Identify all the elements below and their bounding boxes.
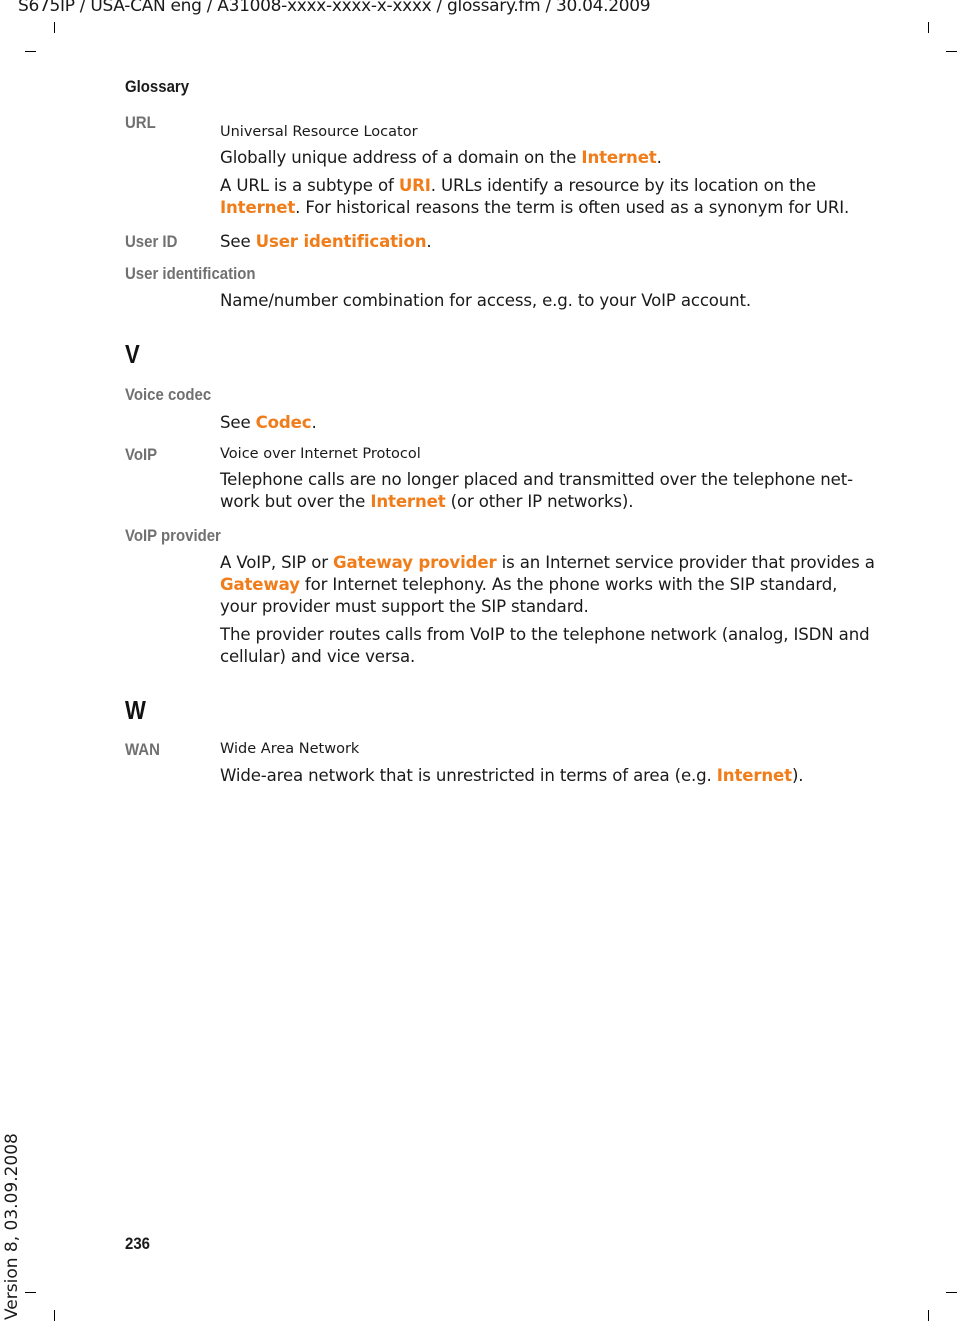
definition-text: Telephone calls are no longer placed and…	[220, 470, 853, 489]
term-expansion: Universal Resource Locator	[220, 124, 418, 140]
definition-line: Internet. For historical reasons the ter…	[220, 198, 849, 217]
cross-reference-link[interactable]: User identification	[256, 232, 427, 251]
crop-mark	[928, 1310, 929, 1321]
cross-reference-link[interactable]: Gateway provider	[333, 553, 497, 572]
crop-mark	[25, 51, 36, 52]
definition-line: A VoIP, SIP or Gateway provider is an In…	[220, 553, 875, 572]
definition-text: your provider must support the SIP stand…	[220, 597, 589, 616]
definition-line: Telephone calls are no longer placed and…	[220, 470, 853, 489]
definition-text: (or other IP networks).	[445, 492, 634, 511]
page-number: 236	[125, 1234, 150, 1253]
glossary-term: User ID	[125, 232, 178, 251]
section-letter: V	[125, 339, 140, 369]
glossary-term: VoIP	[125, 445, 158, 464]
glossary-term: WAN	[125, 740, 160, 759]
definition-text: .	[311, 413, 317, 432]
glossary-term: Voice codec	[125, 385, 212, 404]
definition-text: ).	[791, 766, 804, 785]
definition-text: Wide-area network that is unrestricted i…	[220, 766, 717, 785]
definition-line: your provider must support the SIP stand…	[220, 597, 589, 616]
glossary-term: VoIP provider	[125, 526, 221, 545]
crop-mark	[54, 1310, 55, 1321]
cross-reference-link[interactable]: URI	[399, 176, 431, 195]
definition-line: Name/number combination for access, e.g.…	[220, 291, 751, 310]
definition-text: See	[220, 232, 256, 251]
definition-text: The provider routes calls from VoIP to t…	[220, 625, 870, 644]
crop-mark	[946, 51, 957, 52]
definition-text: cellular) and vice versa.	[220, 647, 416, 666]
definition-text: A VoIP, SIP or	[220, 553, 333, 572]
definition-line: work but over the Internet (or other IP …	[220, 492, 634, 511]
document-header: S675IP / USA-CAN eng / A31008-xxxx-xxxx-…	[18, 0, 651, 16]
definition-text: Name/number combination for access, e.g.…	[220, 291, 752, 310]
definition-line: See Codec.	[220, 413, 317, 432]
definition-text: work but over the	[220, 492, 371, 511]
definition-line: cellular) and vice versa.	[220, 647, 415, 666]
definition-line: The provider routes calls from VoIP to t…	[220, 625, 870, 644]
cross-reference-link[interactable]: Internet	[717, 766, 792, 785]
crop-mark	[54, 22, 55, 33]
version-label: Version 8, 03.09.2008	[2, 1133, 22, 1320]
definition-text: . URLs identify a resource by its locati…	[430, 176, 816, 195]
term-expansion: Wide Area Network	[220, 741, 360, 757]
crop-mark	[25, 1292, 36, 1293]
definition-text: for Internet telephony. As the phone wor…	[299, 575, 838, 594]
term-expansion: Voice over Internet Protocol	[220, 446, 421, 462]
cross-reference-link[interactable]: Internet	[581, 148, 656, 167]
definition-line: A URL is a subtype of URI. URLs identify…	[220, 176, 816, 195]
definition-text: Globally unique address of a domain on t…	[220, 148, 582, 167]
definition-line: Gateway for Internet telephony. As the p…	[220, 575, 837, 594]
cross-reference-link[interactable]: Internet	[370, 492, 445, 511]
cross-reference-link[interactable]: Gateway	[220, 575, 300, 594]
definition-text: .	[656, 148, 662, 167]
page-title: Glossary	[125, 77, 190, 96]
cross-reference-link[interactable]: Codec	[256, 413, 312, 432]
glossary-term: URL	[125, 113, 156, 132]
definition-text: .	[426, 232, 432, 251]
definition-text: See	[220, 413, 256, 432]
definition-text: A URL is a subtype of	[220, 176, 399, 195]
definition-line: Globally unique address of a domain on t…	[220, 148, 662, 167]
definition-text: is an Internet service provider that pro…	[496, 553, 875, 572]
crop-mark	[928, 22, 929, 33]
glossary-term: User identification	[125, 264, 256, 283]
definition-text: . For historical reasons the term is oft…	[295, 198, 850, 217]
definition-line: Wide-area network that is unrestricted i…	[220, 766, 804, 785]
cross-reference-link[interactable]: Internet	[220, 198, 295, 217]
section-letter: W	[125, 695, 146, 725]
crop-mark	[946, 1292, 957, 1293]
definition-line: See User identification.	[220, 232, 432, 251]
